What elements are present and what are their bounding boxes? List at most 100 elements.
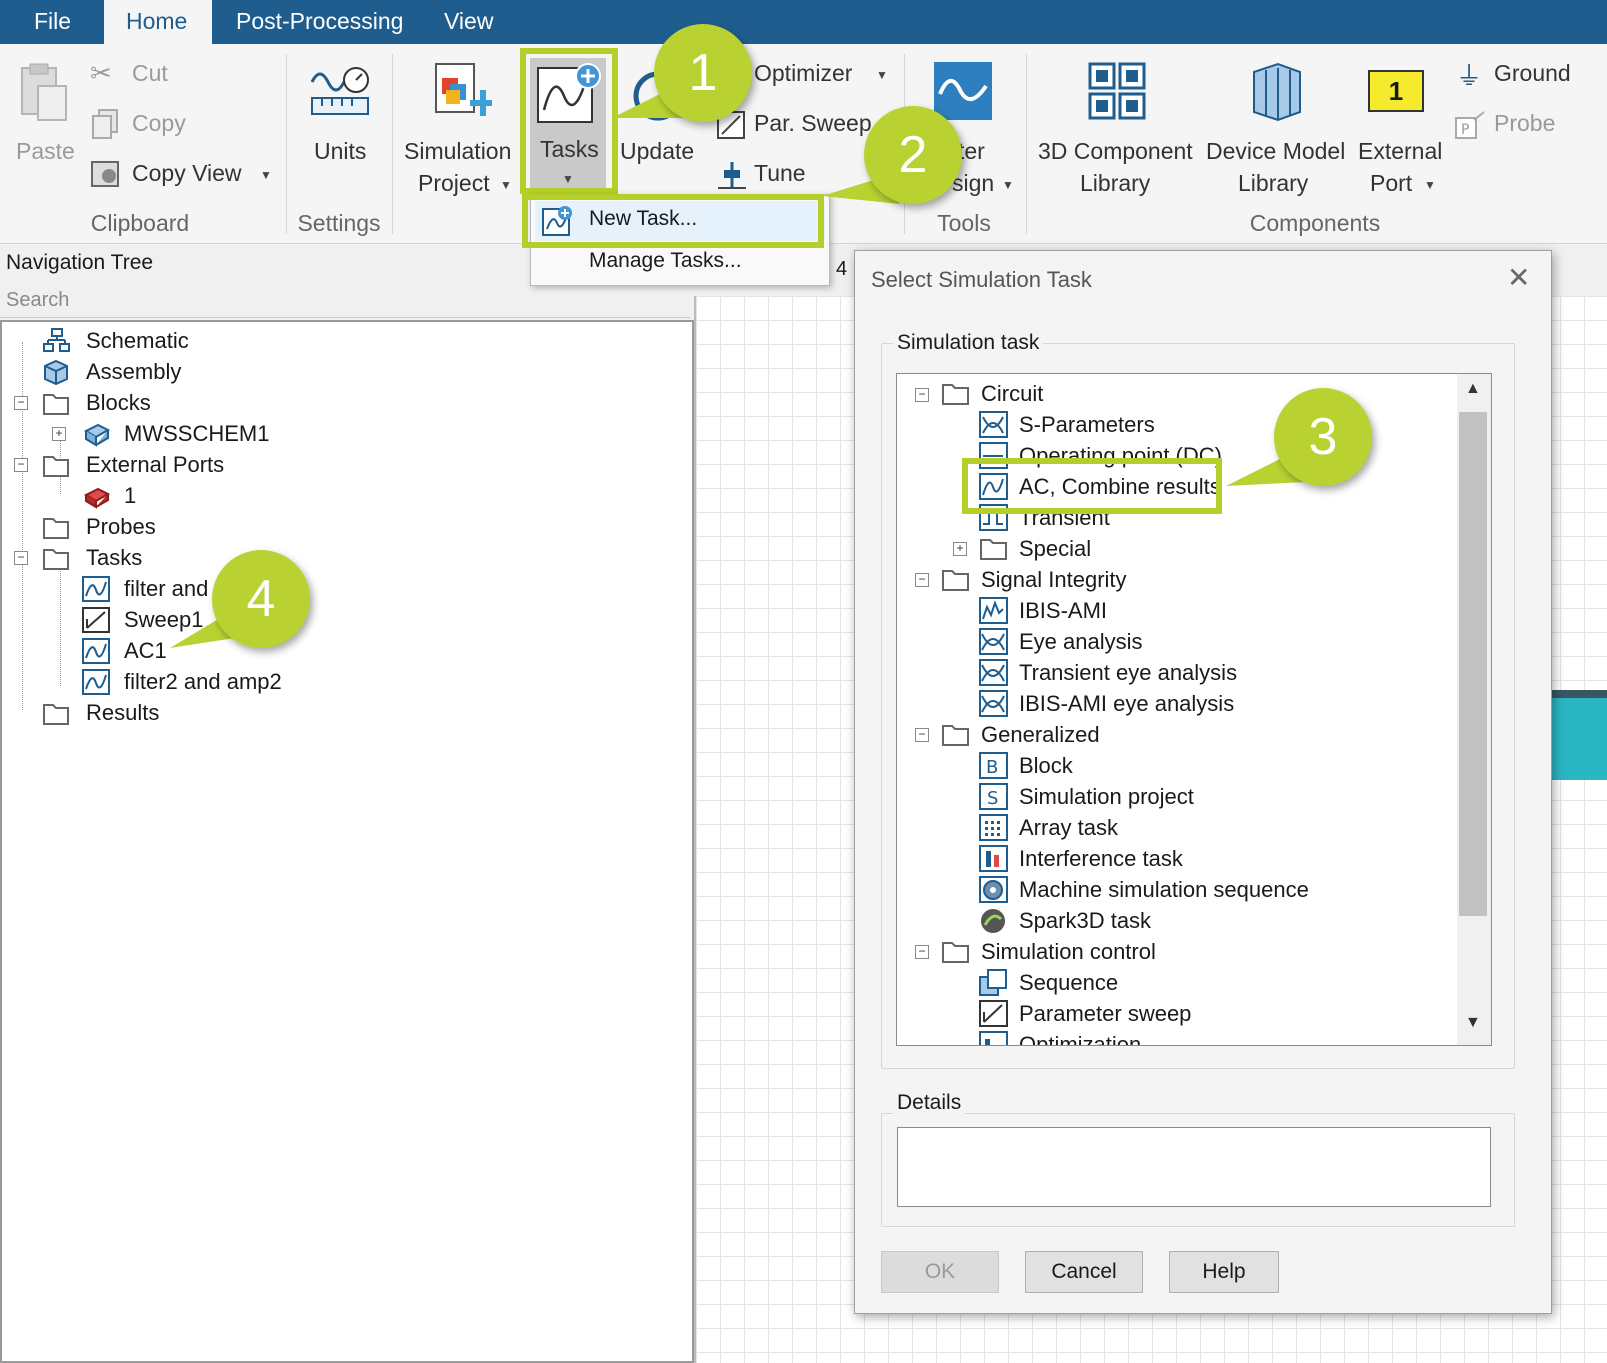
expand-toggle[interactable]: + <box>953 542 967 556</box>
block-3d-icon <box>83 423 110 447</box>
tab-file[interactable]: File <box>12 0 93 44</box>
callout-highlight-tasks <box>520 48 618 194</box>
units-label: Units <box>314 138 367 164</box>
list-item-label: Block <box>1019 753 1073 778</box>
folder-icon <box>942 942 969 963</box>
machine-icon <box>979 876 1008 903</box>
tree-item-label: Results <box>86 700 160 725</box>
spark3d-icon <box>981 909 1005 933</box>
menu-item-manage-tasks[interactable]: Manage Tasks... <box>535 243 825 283</box>
collapse-toggle[interactable]: − <box>915 573 929 587</box>
assembly-icon <box>44 359 68 385</box>
list-item-label: IBIS-AMI eye analysis <box>1019 691 1235 716</box>
collapse-toggle[interactable]: − <box>915 728 929 742</box>
tree-item-label: Schematic <box>86 328 189 353</box>
copy-view-label: Copy View <box>132 160 242 186</box>
cancel-button[interactable]: Cancel <box>1025 1251 1143 1293</box>
list-item-label: Simulation project <box>1019 784 1194 809</box>
expand-toggle[interactable]: + <box>52 427 66 441</box>
ac-task-icon <box>82 638 110 664</box>
collapse-toggle[interactable]: − <box>14 551 28 565</box>
tune-label: Tune <box>754 160 806 186</box>
3d-component-library-button[interactable]: 3D Component Library <box>1034 60 1200 210</box>
paste-label: Paste <box>16 138 75 164</box>
callout-bubble-3: 3 <box>1274 388 1372 486</box>
scrollbar[interactable]: ▲ ▼ <box>1457 374 1491 1045</box>
collapse-toggle[interactable]: − <box>915 388 929 402</box>
ribbon-separator <box>1026 54 1027 234</box>
external-port-button[interactable]: 1 External Port ▼ <box>1350 60 1450 210</box>
ac-task-icon <box>82 669 110 695</box>
filter-design-label-2: sign <box>952 170 995 196</box>
ground-icon: ⏚ <box>1456 61 1483 91</box>
list-item-label: Eye analysis <box>1019 629 1143 654</box>
list-item-label: Array task <box>1019 815 1119 840</box>
scroll-down-arrow-icon[interactable]: ▼ <box>1465 1014 1481 1032</box>
sparam-icon <box>979 411 1008 438</box>
tab-home[interactable]: Home <box>104 0 212 44</box>
scissors-icon: ✂ <box>90 58 112 88</box>
callout-highlight-new-task <box>522 194 824 248</box>
list-item-label: Parameter sweep <box>1019 1001 1192 1026</box>
list-item-label: Sequence <box>1019 970 1119 995</box>
clipboard-group-label: Clipboard <box>90 210 190 236</box>
tree-connector <box>60 558 61 686</box>
filter-design-label-1: ter <box>958 138 985 164</box>
ok-button[interactable]: OK <box>881 1251 999 1293</box>
close-icon[interactable]: ✕ <box>1507 261 1530 294</box>
folder-icon <box>942 384 969 405</box>
list-item-label: S-Parameters <box>1019 412 1155 437</box>
simulation-project-button[interactable]: Simulation Project ▼ <box>400 60 520 210</box>
tree-item-label: MWSSCHEM1 <box>124 421 270 446</box>
simulation-project-label-1: Simulation <box>404 138 512 164</box>
par-sweep-button[interactable]: Par. Sweep <box>712 108 892 142</box>
external-port-label-1: External <box>1358 138 1443 164</box>
collapse-toggle[interactable]: − <box>915 945 929 959</box>
ground-button[interactable]: ⏚ Ground <box>1452 58 1607 92</box>
collapse-toggle[interactable]: − <box>14 396 28 410</box>
probe-button[interactable]: P Probe <box>1452 108 1607 142</box>
copy-view-button[interactable]: Copy View ▼ <box>90 158 280 192</box>
svg-text:B: B <box>986 757 998 778</box>
scroll-up-arrow-icon[interactable]: ▲ <box>1465 380 1481 398</box>
eye-icon <box>979 659 1008 686</box>
units-button[interactable]: Units <box>300 60 380 180</box>
folder-icon <box>43 456 69 477</box>
folder-icon <box>43 704 69 725</box>
ribbon-separator <box>392 54 393 234</box>
par-sweep-label: Par. Sweep <box>754 110 872 136</box>
list-item-label: Spark3D task <box>1019 908 1152 933</box>
ground-label: Ground <box>1494 60 1571 86</box>
tab-post-processing[interactable]: Post-Processing <box>214 0 425 44</box>
copy-label: Copy <box>132 110 186 136</box>
optimization-icon <box>979 1031 1008 1045</box>
cut-button[interactable]: ✂ Cut <box>90 58 260 92</box>
tab-view[interactable]: View <box>422 0 515 44</box>
simproject-icon: S <box>979 783 1008 810</box>
copy-button[interactable]: Copy <box>90 108 260 142</box>
components-group-label: Components <box>1249 210 1381 236</box>
callout-bubble-4: 4 <box>212 550 310 648</box>
tree-item-label: 1 <box>124 483 137 508</box>
search-input[interactable]: Search <box>0 282 690 318</box>
device-model-library-button[interactable]: Device Model Library <box>1202 60 1352 210</box>
scrollbar-thumb[interactable] <box>1459 412 1487 916</box>
device-model-label-1: Device Model <box>1206 138 1346 164</box>
copy-icon <box>92 109 118 139</box>
simulation-project-label-2: Project <box>418 170 490 196</box>
help-button[interactable]: Help <box>1169 1251 1279 1293</box>
collapse-toggle[interactable]: − <box>14 458 28 472</box>
canvas-tab-fragment: 4 <box>836 258 848 280</box>
tree-item-label: Assembly <box>86 359 182 384</box>
simulation-task-group-label: Simulation task <box>893 331 1044 355</box>
copy-view-icon <box>91 161 119 187</box>
canvas-component-fragment <box>1548 690 1607 780</box>
optimizer-label: Optimizer <box>754 60 853 86</box>
paste-button[interactable]: Paste <box>8 60 78 180</box>
3d-component-icon <box>1088 62 1146 120</box>
details-text <box>897 1127 1491 1207</box>
array-icon <box>979 814 1008 841</box>
callout-highlight-ac-combine <box>962 458 1222 514</box>
ibis-icon <box>979 597 1008 624</box>
callout-bubble-2: 2 <box>864 106 962 204</box>
